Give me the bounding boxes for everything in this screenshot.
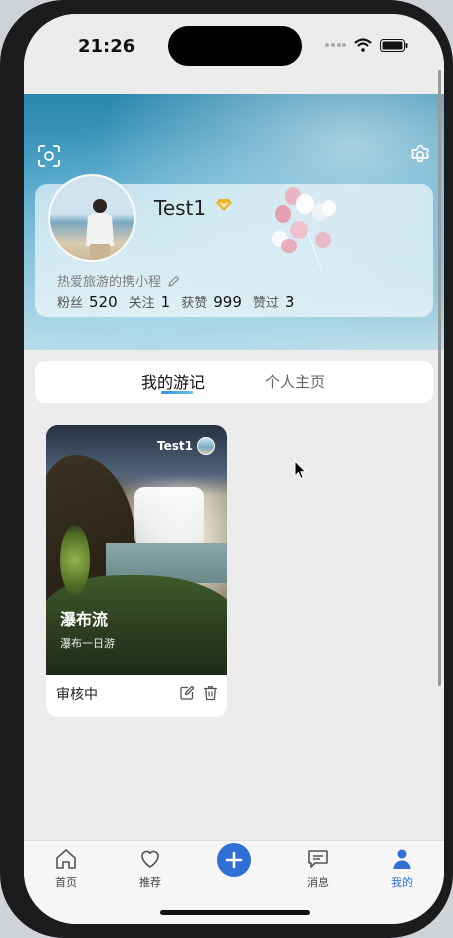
stat-value-likes-received[interactable]: 999 xyxy=(213,293,242,311)
tab-my-travel-notes[interactable]: 我的游记 xyxy=(141,369,205,393)
phone-frame: 21:26 Test1 热爱旅游的携小程 粉丝 520 关注 1 获赞 999 … xyxy=(0,0,453,938)
travel-note-card[interactable]: Test1 瀑布流 瀑布一日游 审核中 xyxy=(46,425,227,717)
plus-icon xyxy=(225,851,243,869)
edit-icon[interactable] xyxy=(179,685,195,701)
note-author-name: Test1 xyxy=(157,439,193,453)
trash-icon[interactable] xyxy=(203,685,218,701)
note-status: 审核中 xyxy=(56,687,98,703)
avatar[interactable] xyxy=(48,174,136,262)
stat-value-liked[interactable]: 3 xyxy=(285,293,295,311)
gear-icon[interactable] xyxy=(408,143,432,167)
stat-label-likes-received: 获赞 xyxy=(181,296,208,311)
content-tabs: 我的游记 个人主页 xyxy=(35,361,433,403)
tabbar-recommend-label: 推荐 xyxy=(139,876,161,889)
add-note-button[interactable] xyxy=(217,843,251,877)
tab-personal-homepage[interactable]: 个人主页 xyxy=(265,371,325,392)
status-time: 21:26 xyxy=(78,36,136,57)
edit-bio-icon[interactable] xyxy=(167,274,181,288)
note-title: 瀑布流 xyxy=(60,610,109,629)
note-cover-image[interactable]: Test1 瀑布流 瀑布一日游 xyxy=(46,425,227,675)
chat-icon xyxy=(308,850,328,868)
home-indicator[interactable] xyxy=(160,910,310,915)
tabbar-me[interactable]: 我的 xyxy=(372,847,432,890)
mouse-cursor-icon xyxy=(294,460,307,480)
stats-row: 粉丝 520 关注 1 获赞 999 赞过 3 xyxy=(57,292,305,311)
balloons-decoration xyxy=(272,187,336,274)
tabbar-messages-label: 消息 xyxy=(307,876,329,889)
note-subtitle: 瀑布一日游 xyxy=(60,637,115,650)
profile-card: Test1 热爱旅游的携小程 粉丝 520 关注 1 获赞 999 赞过 3 xyxy=(35,174,433,317)
wifi-icon xyxy=(354,38,372,52)
heart-icon xyxy=(141,850,159,868)
stat-value-following[interactable]: 1 xyxy=(161,293,171,311)
user-icon xyxy=(393,849,411,869)
bio-text: 热爱旅游的携小程 xyxy=(57,275,162,290)
battery-icon xyxy=(380,38,408,52)
stat-label-liked: 赞过 xyxy=(252,296,279,311)
tabbar-recommend[interactable]: 推荐 xyxy=(120,847,180,890)
note-author-avatar xyxy=(197,437,215,455)
profile-header: Test1 热爱旅游的携小程 粉丝 520 关注 1 获赞 999 赞过 3 xyxy=(24,94,444,350)
active-tab-indicator xyxy=(161,391,193,394)
status-bar: 21:26 xyxy=(24,14,444,94)
dynamic-island xyxy=(168,26,302,66)
note-author: Test1 xyxy=(157,437,215,455)
stat-label-following: 关注 xyxy=(128,296,155,311)
screen: 21:26 Test1 热爱旅游的携小程 粉丝 520 关注 1 获赞 999 … xyxy=(24,14,444,924)
cover-waterfall xyxy=(134,487,204,547)
tabbar-me-label: 我的 xyxy=(391,876,413,889)
vip-diamond-icon xyxy=(216,199,232,211)
home-icon xyxy=(56,849,76,869)
status-icons xyxy=(324,38,408,52)
stat-label-fans: 粉丝 xyxy=(57,296,84,311)
cover-plant xyxy=(60,525,90,595)
tabbar-messages[interactable]: 消息 xyxy=(288,847,348,890)
username: Test1 xyxy=(154,196,207,220)
signal-dots-icon xyxy=(325,43,346,47)
avatar-photo xyxy=(86,199,114,260)
tabbar-home[interactable]: 首页 xyxy=(36,847,96,890)
stat-value-fans[interactable]: 520 xyxy=(89,293,118,311)
tabbar-home-label: 首页 xyxy=(55,876,77,889)
scrollbar[interactable] xyxy=(438,70,441,686)
scan-icon[interactable] xyxy=(37,144,61,168)
bio: 热爱旅游的携小程 xyxy=(57,271,181,290)
